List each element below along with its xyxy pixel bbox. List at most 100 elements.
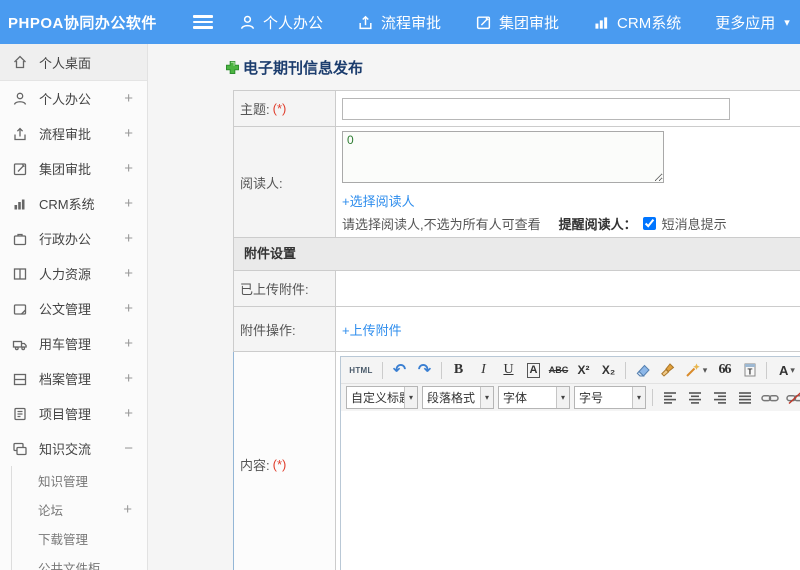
nav-workflow-approval[interactable]: 流程审批 bbox=[357, 12, 441, 33]
nav-more-apps[interactable]: 更多应用 ▾ bbox=[715, 12, 790, 33]
expand-icon[interactable]: + bbox=[124, 300, 133, 317]
subject-input[interactable] bbox=[342, 97, 730, 120]
sidebar-item-knowledge[interactable]: 知识交流 − bbox=[0, 431, 147, 466]
expand-icon[interactable]: + bbox=[124, 195, 133, 212]
caret-down-icon: ▾ bbox=[480, 387, 493, 408]
page-title-text: 电子期刊信息发布 bbox=[243, 60, 364, 77]
underline-icon[interactable]: U bbox=[497, 359, 520, 382]
workflow-icon bbox=[357, 14, 374, 31]
briefcase-icon bbox=[12, 231, 28, 247]
align-justify-icon[interactable] bbox=[733, 386, 756, 409]
vehicle-icon bbox=[12, 336, 28, 352]
font-color-icon[interactable]: A ▾ bbox=[772, 359, 800, 382]
collapse-icon[interactable]: − bbox=[124, 440, 133, 457]
publish-form: 主题: (*) 阅读人: 0 +选择阅读人 请选择阅读人,不选为所有人可查看 提… bbox=[233, 90, 800, 570]
nav-label: 流程审批 bbox=[381, 14, 442, 32]
undo-icon[interactable]: ↶ bbox=[388, 359, 411, 382]
sidebar-item-vehicles[interactable]: 用车管理 + bbox=[0, 326, 147, 361]
subscript-icon[interactable]: X₂ bbox=[597, 359, 620, 382]
menu-toggle-icon[interactable] bbox=[193, 15, 213, 29]
sidebar-item-crm[interactable]: CRM系统 + bbox=[0, 186, 147, 221]
sidebar-subitem-public-files[interactable]: 公共文件柜 bbox=[12, 553, 147, 570]
sidebar-subitem-forum[interactable]: 论坛 + bbox=[12, 495, 147, 524]
editor-content-area[interactable] bbox=[341, 411, 800, 570]
nav-personal-office[interactable]: 个人办公 bbox=[239, 12, 323, 33]
nav-group-approval[interactable]: 集团审批 bbox=[475, 12, 559, 33]
required-mark: (*) bbox=[272, 101, 287, 116]
bold-icon[interactable]: B bbox=[447, 359, 470, 382]
strikethrough-icon[interactable]: ABC bbox=[547, 359, 570, 382]
sidebar-item-hr[interactable]: 人力资源 + bbox=[0, 256, 147, 291]
expand-icon[interactable]: + bbox=[124, 370, 133, 387]
sidebar-item-label: 流程审批 bbox=[39, 127, 92, 142]
project-icon bbox=[12, 406, 28, 422]
redo-icon[interactable]: ↷ bbox=[413, 359, 436, 382]
sidebar-subitem-knowledge-mgmt[interactable]: 知识管理 bbox=[12, 466, 147, 495]
nav-label: 集团审批 bbox=[499, 14, 560, 32]
sidebar: 个人桌面 个人办公 + 流程审批 + 集团审批 + CRM系统 + 行政办公 +… bbox=[0, 44, 148, 570]
align-right-icon[interactable] bbox=[708, 386, 731, 409]
nav-crm-system[interactable]: CRM系统 bbox=[593, 12, 681, 33]
sidebar-item-label: 档案管理 bbox=[39, 372, 92, 387]
expand-icon[interactable]: + bbox=[124, 125, 133, 142]
caret-down-icon: ▾ bbox=[556, 387, 569, 408]
blockquote-icon[interactable]: 66 bbox=[713, 359, 736, 382]
sidebar-item-label: 集团审批 bbox=[39, 162, 92, 177]
font-size-select[interactable]: 字号 ▾ bbox=[574, 386, 646, 409]
expand-icon[interactable]: + bbox=[123, 501, 132, 518]
auto-typeset-icon[interactable]: ▾ bbox=[681, 359, 711, 382]
sidebar-subitem-downloads[interactable]: 下载管理 bbox=[12, 524, 147, 553]
expand-icon[interactable]: + bbox=[124, 405, 133, 422]
sidebar-item-label: 下载管理 bbox=[38, 533, 89, 547]
align-left-icon[interactable] bbox=[658, 386, 681, 409]
upload-attachment-link[interactable]: +上传附件 bbox=[342, 320, 402, 339]
superscript-icon[interactable]: X² bbox=[572, 359, 595, 382]
document-icon bbox=[12, 301, 28, 317]
readers-label: 阅读人: bbox=[234, 127, 336, 237]
sidebar-item-label: 知识交流 bbox=[39, 442, 92, 457]
html-source-button[interactable]: HTML bbox=[345, 359, 377, 382]
insert-link-icon[interactable] bbox=[758, 386, 781, 409]
home-icon bbox=[12, 54, 28, 70]
nav-label: CRM系统 bbox=[617, 14, 682, 32]
font-name-icon[interactable]: A bbox=[522, 359, 545, 382]
readers-hint-text: 请选择阅读人,不选为所有人可查看 bbox=[342, 217, 541, 232]
heading-select[interactable]: 自定义标题▾ bbox=[346, 386, 418, 409]
book-icon bbox=[12, 266, 28, 282]
expand-icon[interactable]: + bbox=[124, 160, 133, 177]
remove-link-icon[interactable] bbox=[783, 386, 800, 409]
sidebar-item-documents[interactable]: 公文管理 + bbox=[0, 291, 147, 326]
sidebar-item-desktop[interactable]: 个人桌面 bbox=[0, 44, 147, 81]
attachment-section-header: 附件设置 bbox=[233, 238, 800, 271]
sidebar-item-label: 知识管理 bbox=[38, 475, 89, 489]
expand-icon[interactable]: + bbox=[124, 265, 133, 282]
sidebar-item-projects[interactable]: 项目管理 + bbox=[0, 396, 147, 431]
uploaded-value bbox=[336, 271, 800, 306]
sidebar-item-archives[interactable]: 档案管理 + bbox=[0, 361, 147, 396]
sidebar-item-label: 个人桌面 bbox=[39, 55, 92, 71]
form-row-subject: 主题: (*) bbox=[233, 91, 800, 127]
sidebar-item-label: 公共文件柜 bbox=[38, 562, 101, 570]
bar-chart-icon bbox=[12, 196, 28, 212]
sidebar-submenu-knowledge: 知识管理 论坛 + 下载管理 公共文件柜 bbox=[11, 466, 147, 570]
sidebar-item-group-approval[interactable]: 集团审批 + bbox=[0, 151, 147, 186]
readers-textarea[interactable]: 0 bbox=[342, 131, 664, 183]
sidebar-item-workflow[interactable]: 流程审批 + bbox=[0, 116, 147, 151]
expand-icon[interactable]: + bbox=[124, 335, 133, 352]
paste-special-icon[interactable]: T bbox=[738, 359, 761, 382]
expand-icon[interactable]: + bbox=[124, 90, 133, 107]
format-brush-icon[interactable] bbox=[656, 359, 679, 382]
italic-icon[interactable]: I bbox=[472, 359, 495, 382]
align-center-icon[interactable] bbox=[683, 386, 706, 409]
sidebar-item-admin-office[interactable]: 行政办公 + bbox=[0, 221, 147, 256]
sms-remind-checkbox[interactable] bbox=[642, 217, 656, 230]
paragraph-select[interactable]: 段落格式 ▾ bbox=[422, 386, 494, 409]
select-readers-link[interactable]: +选择阅读人 bbox=[342, 191, 800, 210]
caret-down-icon: ▾ bbox=[790, 364, 795, 375]
font-family-select[interactable]: 字体 ▾ bbox=[498, 386, 570, 409]
eraser-icon[interactable] bbox=[631, 359, 654, 382]
sidebar-item-personal-office[interactable]: 个人办公 + bbox=[0, 81, 147, 116]
svg-text:T: T bbox=[747, 368, 752, 377]
sidebar-item-label: 项目管理 bbox=[39, 407, 92, 422]
expand-icon[interactable]: + bbox=[124, 230, 133, 247]
